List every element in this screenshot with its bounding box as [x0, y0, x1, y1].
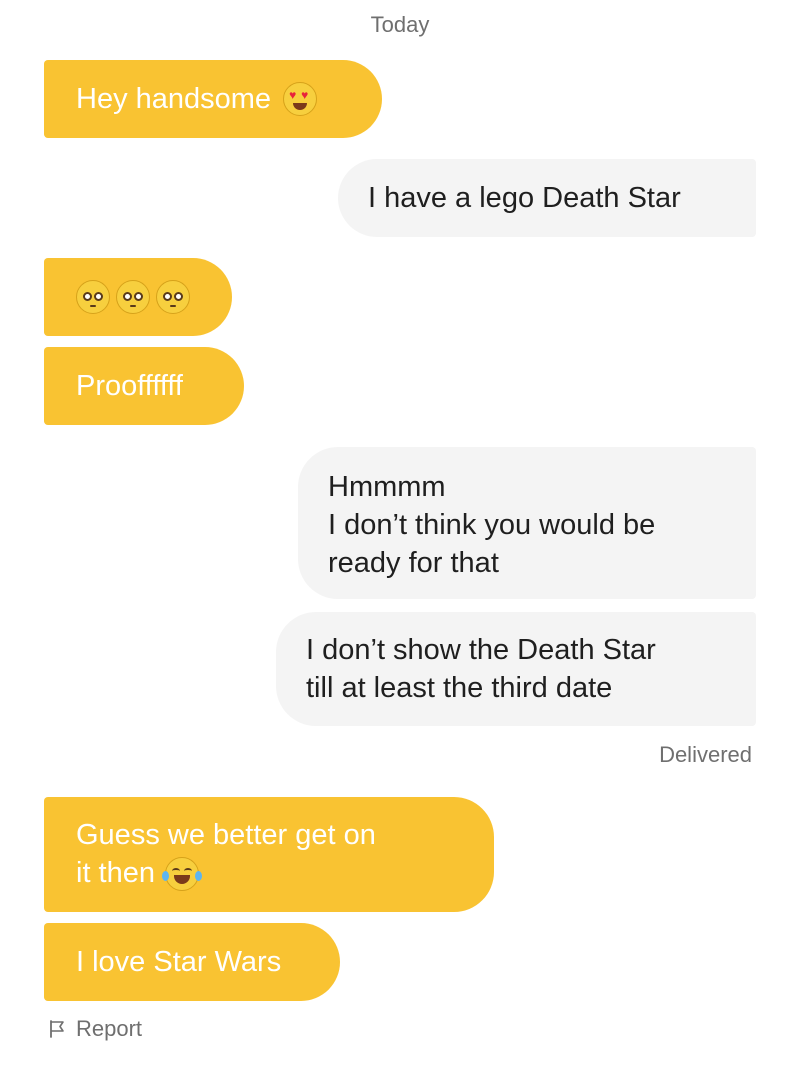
message-bubble-outgoing[interactable]: I don’t show the Death Star till at leas… [276, 612, 756, 726]
message-text: I love Star Wars [76, 946, 282, 978]
pleading-face-icon [76, 280, 110, 314]
message-text: I have a lego Death Star [368, 182, 681, 214]
message-bubble-outgoing[interactable]: Hmmmm I don’t think you would be ready f… [298, 447, 756, 599]
message-text: it then [76, 857, 155, 889]
message-text: Prooffffff [76, 370, 183, 402]
pleading-face-icon [116, 280, 150, 314]
message-line-with-emoji: it then [76, 854, 494, 892]
message-line: Hmmmm [328, 471, 446, 503]
report-label: Report [76, 1016, 143, 1041]
message-line: Guess we better get on [76, 819, 376, 851]
message-bubble-incoming[interactable] [44, 258, 232, 336]
message-bubble-outgoing[interactable]: I have a lego Death Star [338, 159, 756, 237]
report-button[interactable]: Report [48, 1016, 142, 1042]
delivery-status: Delivered [659, 742, 752, 767]
message-text: Hey handsome [76, 83, 272, 115]
message-bubble-incoming[interactable]: I love Star Wars [44, 923, 340, 1001]
pleading-face-icon [156, 280, 190, 314]
tears-of-joy-icon [162, 857, 202, 892]
message-bubble-incoming[interactable]: Hey handsome ♥ ♥ [44, 60, 382, 138]
message-line: till at least the third date [306, 672, 613, 704]
message-line: ready for that [328, 547, 499, 579]
message-bubble-incoming[interactable]: Prooffffff [44, 347, 244, 425]
heart-eyes-icon: ♥ ♥ [283, 82, 318, 116]
date-header: Today [370, 12, 430, 37]
message-line: I don’t think you would be [328, 509, 656, 541]
message-bubble-incoming[interactable]: Guess we better get on it then [44, 797, 494, 912]
message-line: I don’t show the Death Star [306, 634, 656, 666]
flag-icon [50, 1020, 64, 1038]
